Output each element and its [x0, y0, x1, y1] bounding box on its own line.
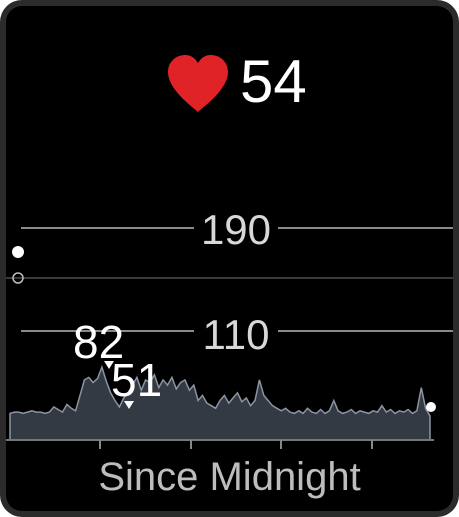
current-point-marker — [426, 402, 436, 412]
min-heart-rate-label: 51 — [111, 354, 162, 406]
watch-bezel: 54 190 110 82 51 Since Midnight — [0, 0, 459, 517]
y-tick-110: 110 — [203, 311, 270, 358]
watch-screen: 54 190 110 82 51 Since Midnight — [6, 6, 453, 511]
y-tick-190: 190 — [201, 206, 271, 253]
heart-rate-chart: 190 110 82 51 — [6, 206, 453, 449]
page-dot-active[interactable] — [12, 246, 24, 258]
heart-rate-area — [9, 364, 431, 441]
time-range-label: Since Midnight — [98, 455, 361, 499]
